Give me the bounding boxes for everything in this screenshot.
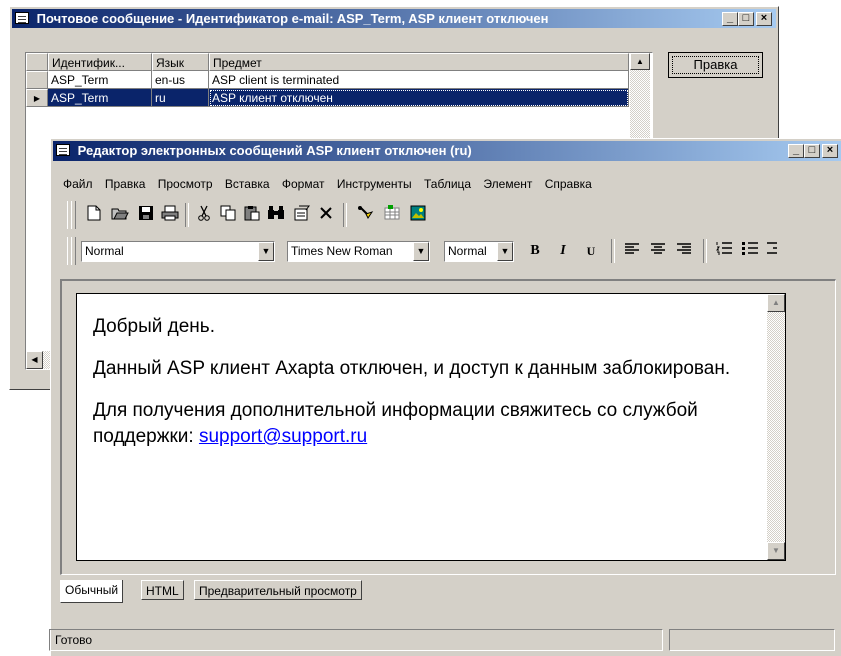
editor-close-button[interactable]: × [822, 144, 838, 158]
tab-html[interactable]: HTML [141, 580, 184, 600]
current-row-marker-icon: ▶ [33, 94, 41, 103]
size-combo[interactable]: Normal ▼ [444, 241, 514, 262]
mail-window-title: Почтовое сообщение - Идентификатор e-mai… [36, 11, 549, 26]
editor-view-tabs: Обычный HTML Предварительный просмотр [60, 579, 460, 603]
style-combo-value: Normal [85, 244, 124, 258]
new-icon[interactable] [85, 205, 103, 223]
scroll-down-arrow-icon[interactable]: ▼ [767, 542, 785, 560]
cell-subject[interactable]: ASP client is terminated [209, 71, 629, 89]
tab-normal[interactable]: Обычный [60, 580, 124, 603]
chevron-down-icon[interactable]: ▼ [258, 242, 274, 261]
indent-icon[interactable] [767, 241, 777, 259]
editor-content-frame: Добрый день. Данный ASP клиент Axapta от… [60, 279, 836, 575]
notice-paragraph: Данный ASP клиент Axapta отключен, и дос… [93, 358, 731, 379]
cell-language-selected[interactable]: ru [152, 89, 209, 107]
size-combo-value: Normal [448, 244, 487, 258]
print-icon[interactable] [161, 205, 179, 223]
toolbar-separator [185, 203, 189, 227]
chevron-down-icon[interactable]: ▼ [497, 242, 513, 261]
window-app-icon [15, 12, 29, 24]
editor-app-icon [56, 144, 70, 156]
status-bar-text: Готово [49, 629, 663, 651]
column-header-subject[interactable]: Предмет [209, 53, 629, 71]
find-icon[interactable] [267, 205, 285, 223]
cell-subject-selected[interactable]: ASP клиент отключен [209, 89, 629, 107]
maximize-button[interactable]: □ [738, 12, 754, 26]
edit-button-label: Правка [672, 56, 759, 74]
font-combo[interactable]: Times New Roman ▼ [287, 241, 430, 262]
support-email-link[interactable]: support@support.ru [199, 426, 367, 447]
editor-document[interactable]: Добрый день. Данный ASP клиент Axapta от… [76, 293, 786, 561]
scroll-up-arrow-icon[interactable]: ▲ [767, 294, 785, 312]
grid-row-header-corner [26, 53, 48, 71]
mail-window-titlebar[interactable]: Почтовое сообщение - Идентификатор e-mai… [12, 9, 776, 28]
cut-icon[interactable] [195, 205, 213, 223]
cell-language[interactable]: en-us [152, 71, 209, 89]
menu-edit[interactable]: Правка [105, 177, 146, 191]
document-body: Добрый день. Данный ASP клиент Axapta от… [93, 314, 773, 450]
column-header-language[interactable]: Язык [152, 53, 209, 71]
tab-preview[interactable]: Предварительный просмотр [194, 580, 362, 600]
chevron-down-icon[interactable]: ▼ [413, 242, 429, 261]
editor-window-title: Редактор электронных сообщений ASP клиен… [77, 143, 472, 158]
formatting-toolbar: Normal ▼ Times New Roman ▼ Normal ▼ B I … [63, 233, 841, 269]
edit-button[interactable]: Правка [668, 52, 763, 78]
table-icon[interactable] [383, 205, 401, 223]
underline-button[interactable]: U [581, 241, 601, 261]
format-separator-2 [703, 239, 707, 263]
close-button[interactable]: × [756, 12, 772, 26]
scroll-up-arrow-icon[interactable]: ▲ [630, 53, 650, 70]
align-left-icon[interactable] [623, 241, 641, 259]
menu-file[interactable]: Файл [63, 177, 93, 191]
font-combo-value: Times New Roman [291, 244, 393, 258]
editor-minimize-button[interactable]: _ [788, 144, 804, 158]
numbered-list-icon[interactable] [715, 241, 733, 259]
cell-id-selected[interactable]: ASP_Term [48, 89, 152, 107]
status-bar-panel [669, 629, 835, 651]
row-selector[interactable] [26, 71, 48, 89]
properties-icon[interactable] [293, 205, 311, 223]
scroll-left-arrow-icon[interactable]: ◀ [26, 351, 43, 369]
menu-insert[interactable]: Вставка [225, 177, 270, 191]
menu-format[interactable]: Формат [282, 177, 325, 191]
align-right-icon[interactable] [675, 241, 693, 259]
open-icon[interactable] [111, 205, 129, 223]
bold-button[interactable]: B [525, 241, 545, 261]
row-selector-current[interactable]: ▶ [26, 89, 48, 107]
column-header-id[interactable]: Идентифик... [48, 53, 152, 71]
standard-toolbar [63, 197, 563, 231]
format-toolbar-grip-2[interactable] [71, 237, 76, 265]
contact-text: Для получения дополнительной информации … [93, 400, 698, 447]
copy-icon[interactable] [219, 205, 237, 223]
document-vertical-scrollbar[interactable]: ▲ ▼ [767, 294, 785, 560]
toolbar-separator-2 [343, 203, 347, 227]
minimize-button[interactable]: _ [722, 12, 738, 26]
paste-icon[interactable] [243, 205, 261, 223]
delete-icon[interactable] [317, 205, 335, 223]
toolbar-grip-2[interactable] [71, 201, 76, 229]
editor-window-titlebar[interactable]: Редактор электронных сообщений ASP клиен… [53, 141, 841, 161]
style-combo[interactable]: Normal ▼ [81, 241, 275, 262]
menu-view[interactable]: Просмотр [158, 177, 213, 191]
italic-button[interactable]: I [553, 241, 573, 261]
editor-maximize-button[interactable]: □ [804, 144, 820, 158]
save-icon[interactable] [137, 205, 155, 223]
contact-paragraph: Для получения дополнительной информации … [93, 398, 783, 450]
email-editor-window: Редактор электронных сообщений ASP клиен… [49, 138, 841, 656]
align-center-icon[interactable] [649, 241, 667, 259]
menu-help[interactable]: Справка [545, 177, 592, 191]
bulleted-list-icon[interactable] [741, 241, 759, 259]
highlight-icon[interactable] [357, 205, 375, 223]
format-separator [611, 239, 615, 263]
menu-element[interactable]: Элемент [483, 177, 532, 191]
greeting-paragraph: Добрый день. [93, 316, 215, 337]
menu-bar: Файл Правка Просмотр Вставка Формат Инст… [63, 177, 601, 191]
image-icon[interactable] [409, 205, 427, 223]
menu-table[interactable]: Таблица [424, 177, 471, 191]
menu-tools[interactable]: Инструменты [337, 177, 412, 191]
cell-id[interactable]: ASP_Term [48, 71, 152, 89]
